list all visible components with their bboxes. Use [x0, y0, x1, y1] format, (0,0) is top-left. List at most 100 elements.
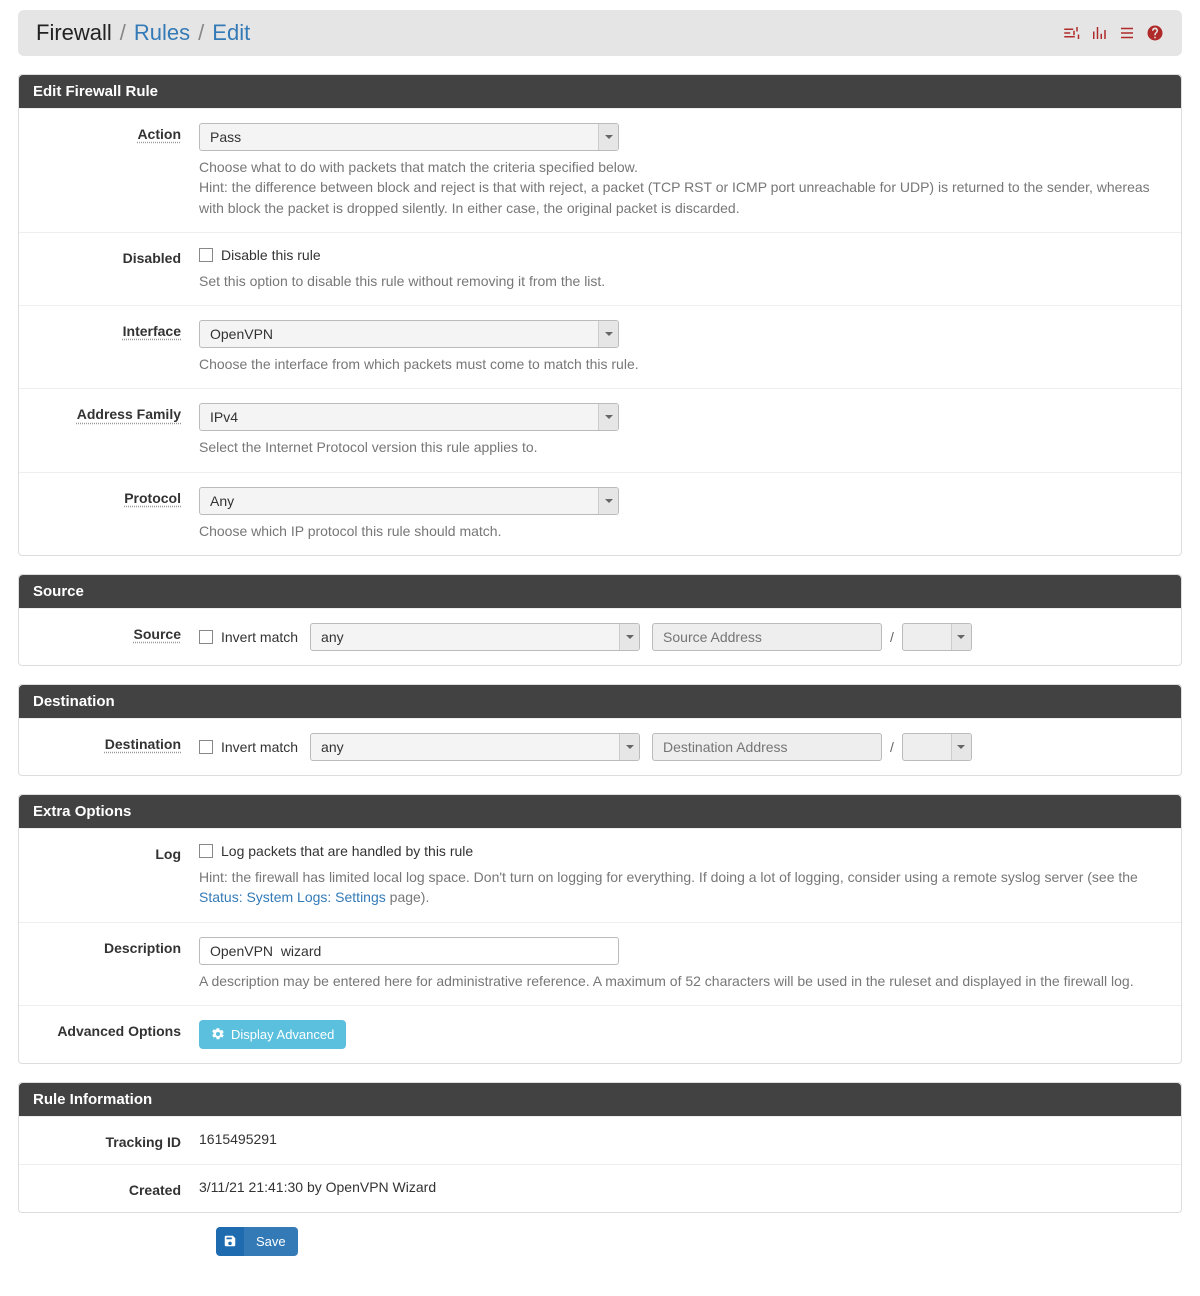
breadcrumb-root: Firewall: [36, 20, 112, 46]
destination-type-select[interactable]: any: [310, 733, 640, 761]
interface-select-value: OpenVPN: [200, 326, 598, 342]
help-icon[interactable]: [1146, 24, 1164, 42]
panel-rule-info: Rule Information Tracking ID 1615495291 …: [18, 1082, 1182, 1213]
mask-separator: /: [882, 629, 902, 645]
row-description: Description A description may be entered…: [19, 922, 1181, 1005]
panel-source: Source Source Invert match any /: [18, 574, 1182, 666]
chart-icon[interactable]: [1090, 24, 1108, 42]
help-log: Hint: the firewall has limited local log…: [199, 867, 1163, 908]
row-tracking-id: Tracking ID 1615495291: [19, 1116, 1181, 1164]
help-description: A description may be entered here for ad…: [199, 971, 1163, 991]
row-source: Source Invert match any /: [19, 608, 1181, 665]
chevron-down-icon: [598, 404, 618, 430]
breadcrumb: Firewall / Rules / Edit: [36, 20, 250, 46]
mask-separator: /: [882, 739, 902, 755]
label-advanced: Advanced Options: [19, 1020, 199, 1049]
chevron-down-icon: [619, 624, 639, 650]
breadcrumb-sep: /: [198, 20, 204, 46]
checkbox-label: Disable this rule: [221, 247, 321, 263]
panel-extra-options: Extra Options Log Log packets that are h…: [18, 794, 1182, 1064]
panel-heading-info: Rule Information: [19, 1083, 1181, 1116]
protocol-select[interactable]: Any: [199, 487, 619, 515]
destination-invert-checkbox[interactable]: Invert match: [199, 739, 298, 755]
log-checkbox[interactable]: Log packets that are handled by this rul…: [199, 843, 473, 859]
address-family-select-value: IPv4: [200, 409, 598, 425]
row-interface: Interface OpenVPN Choose the interface f…: [19, 305, 1181, 388]
syslog-settings-link[interactable]: Status: System Logs: Settings: [199, 889, 386, 905]
label-disabled: Disabled: [19, 247, 199, 291]
row-protocol: Protocol Any Choose which IP protocol th…: [19, 472, 1181, 555]
checkbox-icon: [199, 844, 213, 858]
row-address-family: Address Family IPv4 Select the Internet …: [19, 388, 1181, 471]
label-tracking-id: Tracking ID: [19, 1131, 199, 1150]
label-interface: Interface: [19, 320, 199, 374]
disabled-checkbox[interactable]: Disable this rule: [199, 247, 321, 263]
checkbox-label: Invert match: [221, 739, 298, 755]
checkbox-icon: [199, 740, 213, 754]
source-address-input: [652, 623, 882, 651]
display-advanced-button[interactable]: Display Advanced: [199, 1020, 346, 1049]
row-advanced: Advanced Options Display Advanced: [19, 1005, 1181, 1063]
row-destination: Destination Invert match any /: [19, 718, 1181, 775]
checkbox-label: Log packets that are handled by this rul…: [221, 843, 473, 859]
panel-heading-extra: Extra Options: [19, 795, 1181, 828]
source-mask-select: [902, 623, 972, 651]
source-type-select[interactable]: any: [310, 623, 640, 651]
list-icon[interactable]: [1118, 24, 1136, 42]
breadcrumb-sep: /: [120, 20, 126, 46]
chevron-down-icon: [598, 488, 618, 514]
value-created: 3/11/21 21:41:30 by OpenVPN Wizard: [199, 1179, 1163, 1198]
address-family-select[interactable]: IPv4: [199, 403, 619, 431]
label-created: Created: [19, 1179, 199, 1198]
breadcrumb-edit-link[interactable]: Edit: [212, 20, 250, 46]
help-text: page).: [386, 889, 430, 905]
chevron-down-icon: [619, 734, 639, 760]
chevron-down-icon: [598, 124, 618, 150]
help-protocol: Choose which IP protocol this rule shoul…: [199, 521, 1163, 541]
header-actions: [1062, 24, 1164, 42]
action-select[interactable]: Pass: [199, 123, 619, 151]
checkbox-label: Invert match: [221, 629, 298, 645]
chevron-down-icon: [951, 734, 971, 760]
panel-heading-edit: Edit Firewall Rule: [19, 75, 1181, 108]
checkbox-icon: [199, 630, 213, 644]
breadcrumb-rules-link[interactable]: Rules: [134, 20, 190, 46]
panel-heading-destination: Destination: [19, 685, 1181, 718]
destination-mask-select: [902, 733, 972, 761]
destination-type-value: any: [311, 739, 619, 755]
panel-heading-source: Source: [19, 575, 1181, 608]
sliders-icon[interactable]: [1062, 24, 1080, 42]
save-button[interactable]: Save: [216, 1227, 1182, 1256]
footer: Save: [18, 1227, 1182, 1256]
page-header: Firewall / Rules / Edit: [18, 10, 1182, 56]
help-text: Hint: the difference between block and r…: [199, 177, 1163, 218]
label-destination: Destination: [19, 733, 199, 761]
label-protocol: Protocol: [19, 487, 199, 541]
row-log: Log Log packets that are handled by this…: [19, 828, 1181, 922]
help-disabled: Set this option to disable this rule wit…: [199, 271, 1163, 291]
label-source: Source: [19, 623, 199, 651]
destination-address-input: [652, 733, 882, 761]
label-address-family: Address Family: [19, 403, 199, 457]
source-invert-checkbox[interactable]: Invert match: [199, 629, 298, 645]
checkbox-icon: [199, 248, 213, 262]
help-action: Choose what to do with packets that matc…: [199, 157, 1163, 218]
description-input[interactable]: [199, 937, 619, 965]
row-action: Action Pass Choose what to do with packe…: [19, 108, 1181, 232]
gear-icon: [211, 1027, 225, 1041]
help-interface: Choose the interface from which packets …: [199, 354, 1163, 374]
chevron-down-icon: [598, 321, 618, 347]
value-tracking-id: 1615495291: [199, 1131, 1163, 1150]
help-text: Hint: the firewall has limited local log…: [199, 869, 1138, 885]
label-log: Log: [19, 843, 199, 908]
panel-destination: Destination Destination Invert match any…: [18, 684, 1182, 776]
help-text: Choose what to do with packets that matc…: [199, 157, 1163, 177]
save-button-label[interactable]: Save: [244, 1227, 298, 1256]
row-created: Created 3/11/21 21:41:30 by OpenVPN Wiza…: [19, 1164, 1181, 1212]
chevron-down-icon: [951, 624, 971, 650]
interface-select[interactable]: OpenVPN: [199, 320, 619, 348]
label-action: Action: [19, 123, 199, 218]
protocol-select-value: Any: [200, 493, 598, 509]
label-description: Description: [19, 937, 199, 991]
save-icon: [216, 1227, 244, 1256]
